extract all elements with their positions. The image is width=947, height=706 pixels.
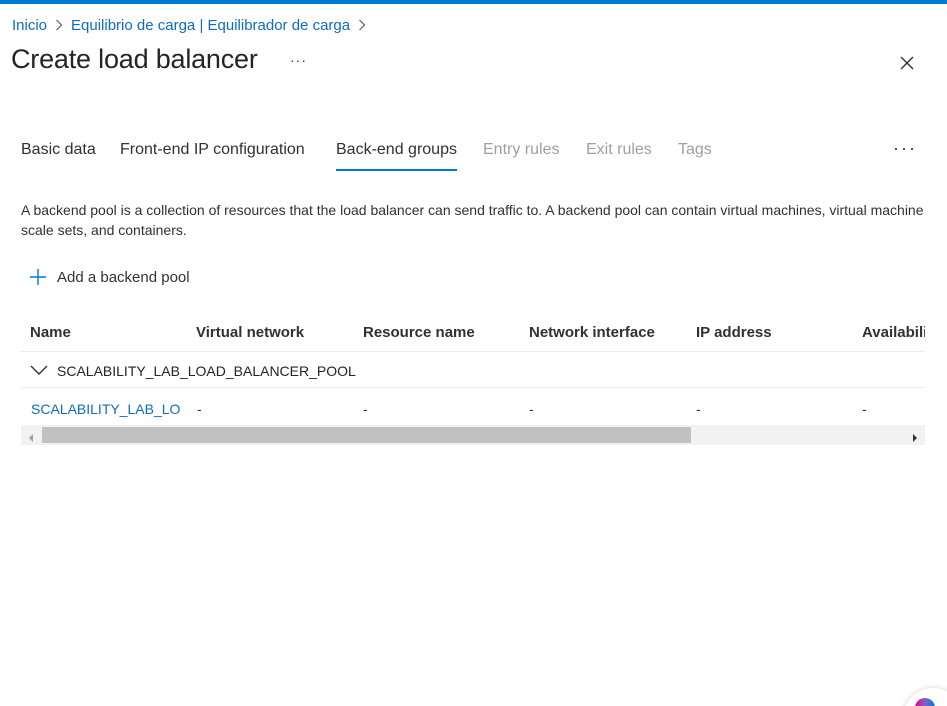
column-header-name[interactable]: Name <box>30 324 71 341</box>
pool-group-label: SCALABILITY_LAB_LOAD_BALANCER_POOL <box>57 363 356 379</box>
scroll-right-arrow-icon[interactable] <box>910 430 920 442</box>
tab-tags[interactable]: Tags <box>678 141 712 171</box>
table-header: Name Virtual network Resource name Netwo… <box>21 314 925 352</box>
row-availability: - <box>862 401 867 417</box>
column-header-ip-address[interactable]: IP address <box>696 324 772 341</box>
scrollbar-thumb[interactable] <box>42 427 691 443</box>
close-icon <box>900 56 914 70</box>
column-header-availability[interactable]: Availabilit <box>862 324 925 341</box>
horizontal-scrollbar[interactable] <box>21 425 925 445</box>
chevron-right-icon <box>55 19 63 31</box>
plus-icon <box>28 267 48 287</box>
row-resource-name: - <box>363 401 368 417</box>
column-header-virtual-network[interactable]: Virtual network <box>196 324 304 341</box>
backend-pool-description: A backend pool is a collection of resour… <box>21 202 924 238</box>
row-virtual-network: - <box>197 401 202 417</box>
add-backend-pool-button[interactable]: Add a backend pool <box>28 265 190 289</box>
row-ip-address: - <box>696 401 701 417</box>
column-header-network-interface[interactable]: Network interface <box>529 324 655 341</box>
copilot-button[interactable] <box>903 688 947 706</box>
breadcrumb-item-load-balancing[interactable]: Equilibrio de carga | Equilibrador de ca… <box>71 17 350 34</box>
row-name-link[interactable]: SCALABILITY_LAB_LO··· <box>31 401 181 417</box>
table-row: SCALABILITY_LAB_LO··· - - - - - <box>21 389 925 425</box>
copilot-icon <box>915 698 935 706</box>
tab-entry-rules[interactable]: Entry rules <box>483 141 559 171</box>
chevron-right-icon <box>358 19 366 31</box>
tabs-more-options-button[interactable]: ··· <box>893 138 917 159</box>
title-more-options-button[interactable]: ··· <box>290 52 307 68</box>
add-backend-pool-label: Add a backend pool <box>57 268 190 286</box>
column-header-resource-name[interactable]: Resource name <box>363 324 475 341</box>
scroll-left-arrow-icon[interactable] <box>26 430 36 442</box>
chevron-down-icon[interactable] <box>30 363 48 377</box>
backend-pools-table: Name Virtual network Resource name Netwo… <box>21 314 925 446</box>
breadcrumb: Inicio Equilibrio de carga | Equilibrado… <box>12 15 374 35</box>
page-title: Create load balancer <box>11 44 258 74</box>
pool-group-row: SCALABILITY_LAB_LOAD_BALANCER_POOL <box>21 353 925 388</box>
tab-basic-data[interactable]: Basic data <box>21 141 96 171</box>
top-accent-bar <box>0 0 947 4</box>
tab-front-end-ip-configuration[interactable]: Front-end IP configuration <box>120 141 305 171</box>
tab-exit-rules[interactable]: Exit rules <box>586 141 652 171</box>
tab-back-end-groups[interactable]: Back-end groups <box>336 141 457 171</box>
breadcrumb-item-inicio[interactable]: Inicio <box>12 17 47 34</box>
close-button[interactable] <box>896 52 918 74</box>
row-network-interface: - <box>529 401 534 417</box>
